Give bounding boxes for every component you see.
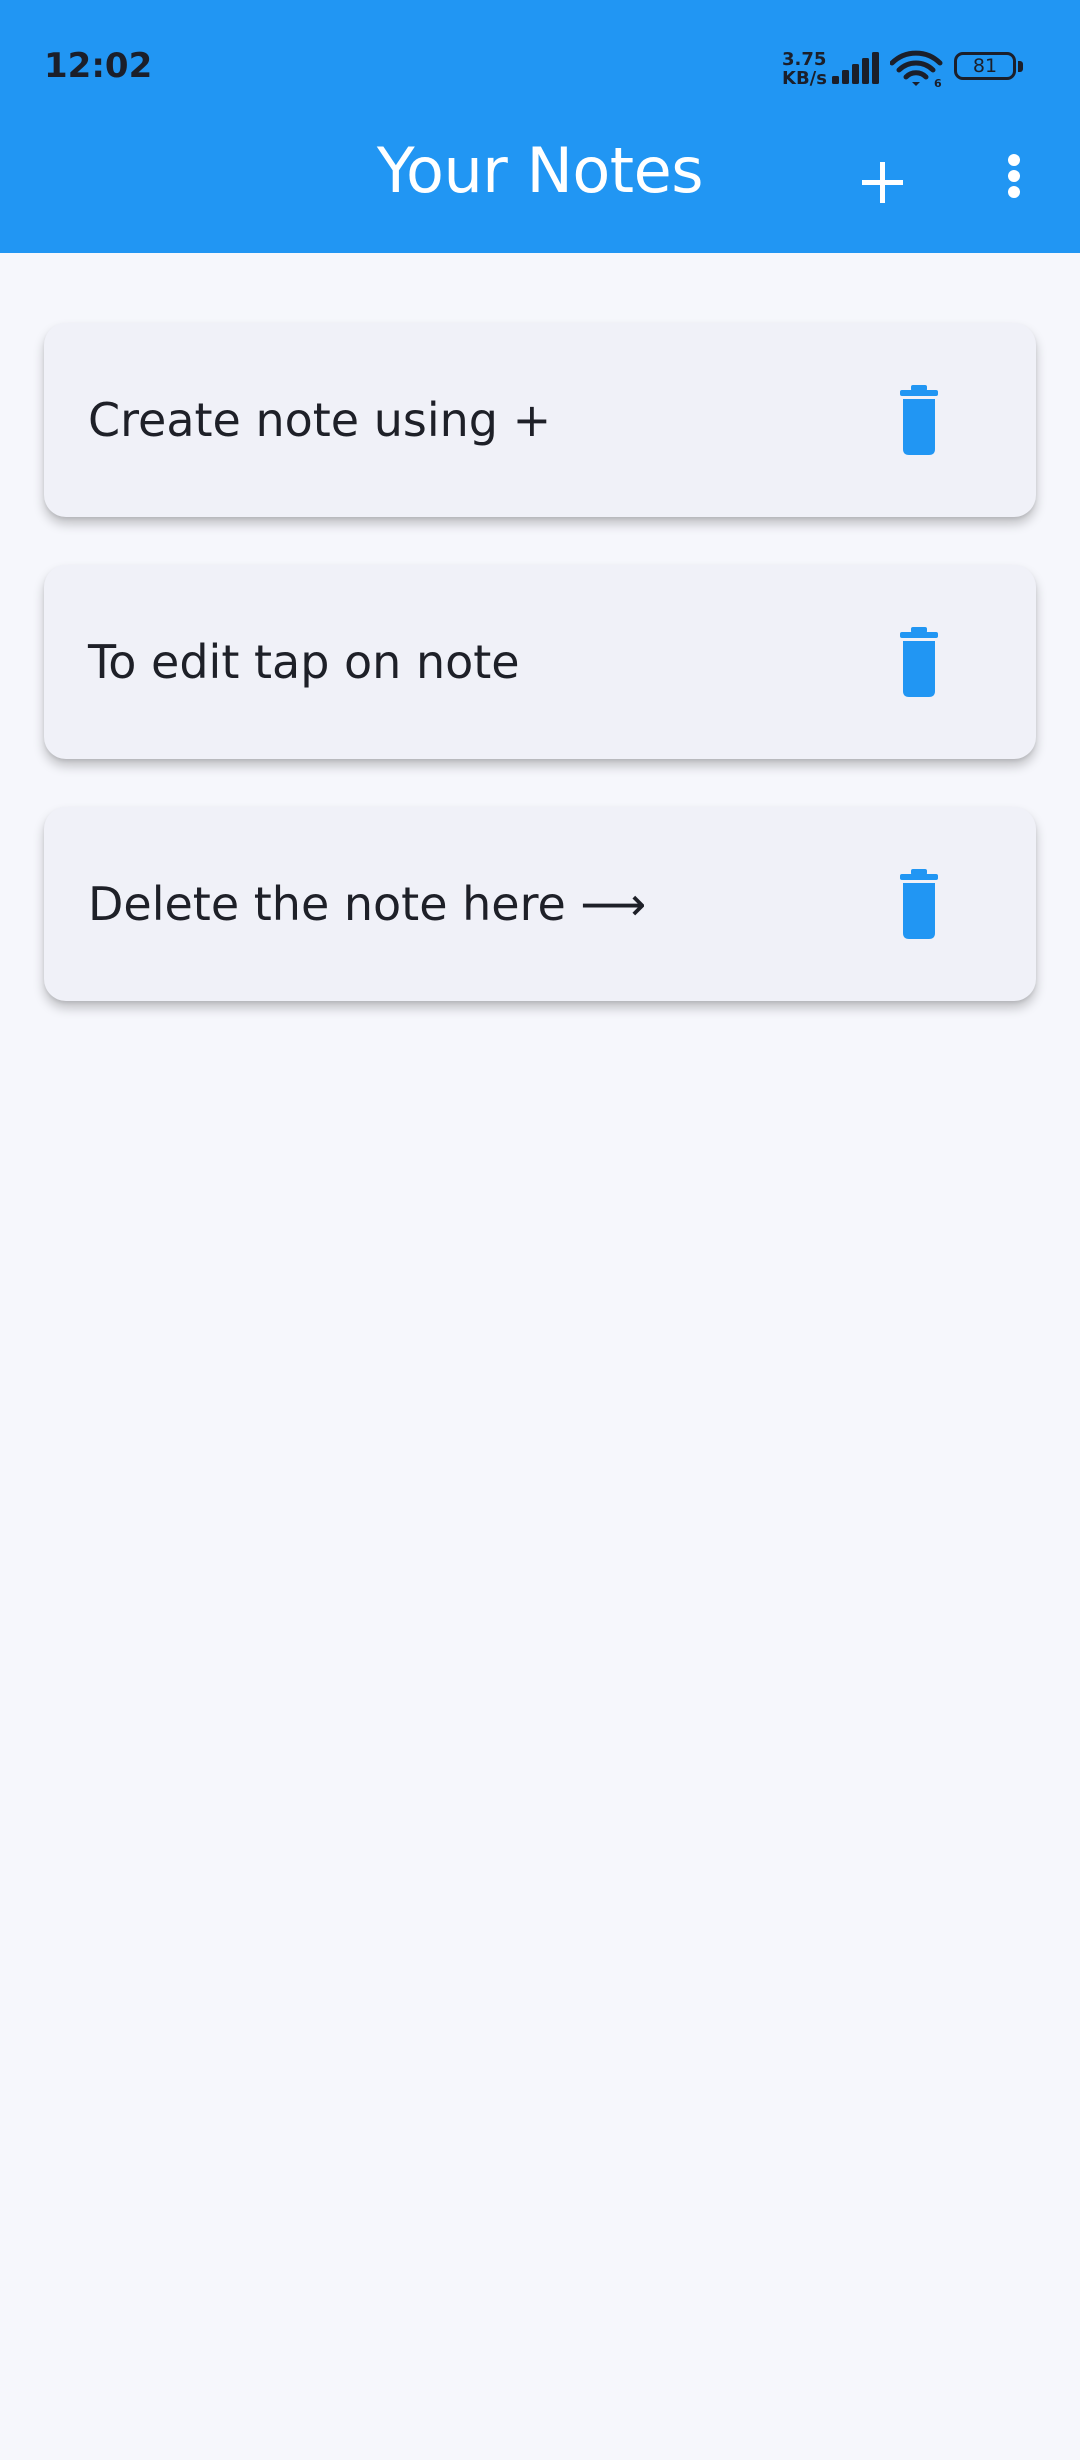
delete-note-button[interactable] [884,625,954,699]
signal-icon [832,52,879,84]
status-time: 12:02 [44,46,153,86]
trash-icon [900,385,938,455]
note-title: To edit tap on note [88,635,520,689]
network-speed-unit: KB/s [782,68,827,89]
trash-icon [900,869,938,939]
trash-icon [900,627,938,697]
note-title: Delete the note here ⟶ [88,877,647,931]
battery-tip [1018,61,1023,72]
delete-note-button[interactable] [884,383,954,457]
more-vertical-icon [1008,154,1020,198]
wifi-icon: 6 [890,50,943,88]
more-options-button[interactable] [990,142,1038,222]
notes-list: Create note using + To edit tap on note … [44,323,1036,1049]
battery-icon: 81 [954,52,1026,84]
network-speed-value: 3.75 [782,49,827,70]
note-title: Create note using + [88,393,552,447]
wifi-standard-label: 6 [934,77,942,88]
page-title: Your Notes [376,134,704,207]
note-card[interactable]: To edit tap on note [44,565,1036,759]
status-bar: 12:02 3.75 KB/s 6 81 [0,0,1080,130]
add-note-button[interactable] [842,142,922,222]
delete-note-button[interactable] [884,867,954,941]
note-card[interactable]: Create note using + [44,323,1036,517]
plus-icon [862,162,903,203]
network-speed: 3.75 KB/s [782,49,827,89]
app-bar: 12:02 3.75 KB/s 6 81 Your Notes [0,0,1080,253]
battery-level: 81 [954,52,1016,80]
note-card[interactable]: Delete the note here ⟶ [44,807,1036,1001]
